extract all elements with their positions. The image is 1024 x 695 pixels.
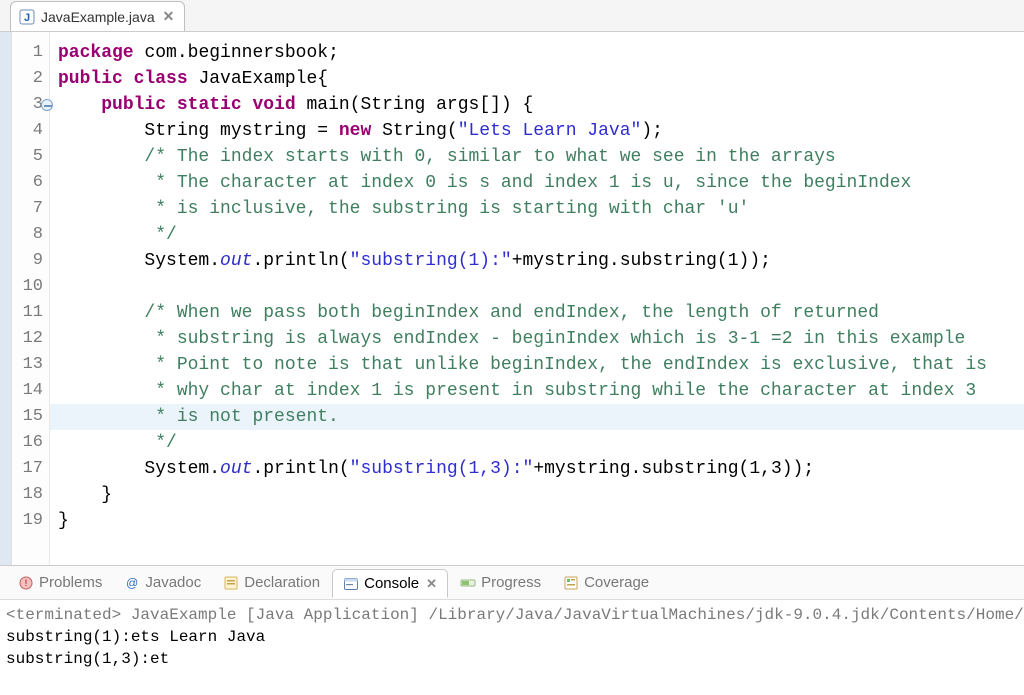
line-number: 6: [12, 170, 49, 196]
line-number: 8: [12, 222, 49, 248]
console-output[interactable]: <terminated> JavaExample [Java Applicati…: [0, 600, 1024, 695]
line-number: 7: [12, 196, 49, 222]
line-number: 13: [12, 352, 49, 378]
line-number: 1: [12, 40, 49, 66]
code-line[interactable]: [50, 274, 1024, 300]
views-tab-row: ! Problems @ Javadoc Declaration Co: [0, 566, 1024, 600]
svg-text:J: J: [24, 12, 30, 24]
code-line[interactable]: * is not present.: [50, 404, 1024, 430]
javadoc-icon: @: [124, 575, 140, 591]
code-line[interactable]: System.out.println("substring(1,3):"+mys…: [50, 456, 1024, 482]
editor-tab[interactable]: J JavaExample.java ✕: [10, 1, 185, 31]
code-line[interactable]: * why char at index 1 is present in subs…: [50, 378, 1024, 404]
code-line[interactable]: public class JavaExample{: [50, 66, 1024, 92]
line-number: 3: [12, 92, 49, 118]
coverage-icon: [563, 575, 579, 591]
editor-tab-label: JavaExample.java: [41, 9, 155, 25]
line-number: 14: [12, 378, 49, 404]
tab-declaration-label: Declaration: [244, 574, 320, 591]
tab-console[interactable]: Console ✕: [332, 569, 448, 598]
editor-tab-bar: J JavaExample.java ✕: [0, 0, 1024, 32]
tab-coverage-label: Coverage: [584, 574, 649, 591]
code-editor[interactable]: 12345678910111213141516171819 package co…: [0, 32, 1024, 565]
bottom-panel: ! Problems @ Javadoc Declaration Co: [0, 565, 1024, 695]
line-number: 9: [12, 248, 49, 274]
line-number: 18: [12, 482, 49, 508]
line-number: 10: [12, 274, 49, 300]
code-line[interactable]: /* When we pass both beginIndex and endI…: [50, 300, 1024, 326]
tab-problems-label: Problems: [39, 574, 102, 591]
code-line[interactable]: */: [50, 430, 1024, 456]
progress-icon: [460, 575, 476, 591]
marker-strip: [0, 32, 12, 565]
code-line[interactable]: * Point to note is that unlike beginInde…: [50, 352, 1024, 378]
tab-javadoc-label: Javadoc: [145, 574, 201, 591]
code-line[interactable]: */: [50, 222, 1024, 248]
line-number-gutter: 12345678910111213141516171819: [12, 32, 50, 565]
code-line[interactable]: public static void main(String args[]) {: [50, 92, 1024, 118]
code-line[interactable]: * substring is always endIndex - beginIn…: [50, 326, 1024, 352]
console-icon: [343, 576, 359, 592]
console-terminated-header: <terminated> JavaExample [Java Applicati…: [6, 604, 1018, 626]
line-number: 15: [12, 404, 49, 430]
close-tab-icon[interactable]: ✕: [163, 8, 175, 25]
line-number: 11: [12, 300, 49, 326]
line-number: 17: [12, 456, 49, 482]
code-line[interactable]: }: [50, 508, 1024, 534]
tab-progress-label: Progress: [481, 574, 541, 591]
java-file-icon: J: [19, 9, 35, 25]
code-line[interactable]: /* The index starts with 0, similar to w…: [50, 144, 1024, 170]
line-number: 16: [12, 430, 49, 456]
svg-text:@: @: [126, 576, 138, 590]
code-line[interactable]: String mystring = new String("Lets Learn…: [50, 118, 1024, 144]
console-line: substring(1):ets Learn Java: [6, 626, 1018, 648]
line-number: 2: [12, 66, 49, 92]
code-line[interactable]: * is inclusive, the substring is startin…: [50, 196, 1024, 222]
code-line[interactable]: package com.beginnersbook;: [50, 40, 1024, 66]
tab-coverage[interactable]: Coverage: [553, 569, 659, 596]
line-number: 5: [12, 144, 49, 170]
tab-console-label: Console: [364, 575, 419, 592]
tab-javadoc[interactable]: @ Javadoc: [114, 569, 211, 596]
close-view-icon[interactable]: ✕: [426, 576, 437, 592]
tab-problems[interactable]: ! Problems: [8, 569, 112, 596]
code-line[interactable]: System.out.println("substring(1):"+mystr…: [50, 248, 1024, 274]
code-line[interactable]: * The character at index 0 is s and inde…: [50, 170, 1024, 196]
tab-declaration[interactable]: Declaration: [213, 569, 330, 596]
line-number: 12: [12, 326, 49, 352]
code-body[interactable]: package com.beginnersbook;public class J…: [50, 32, 1024, 565]
code-line[interactable]: }: [50, 482, 1024, 508]
line-number: 4: [12, 118, 49, 144]
console-line: substring(1,3):et: [6, 648, 1018, 670]
problems-icon: !: [18, 575, 34, 591]
svg-text:!: !: [25, 578, 28, 588]
line-number: 19: [12, 508, 49, 534]
tab-progress[interactable]: Progress: [450, 569, 551, 596]
declaration-icon: [223, 575, 239, 591]
